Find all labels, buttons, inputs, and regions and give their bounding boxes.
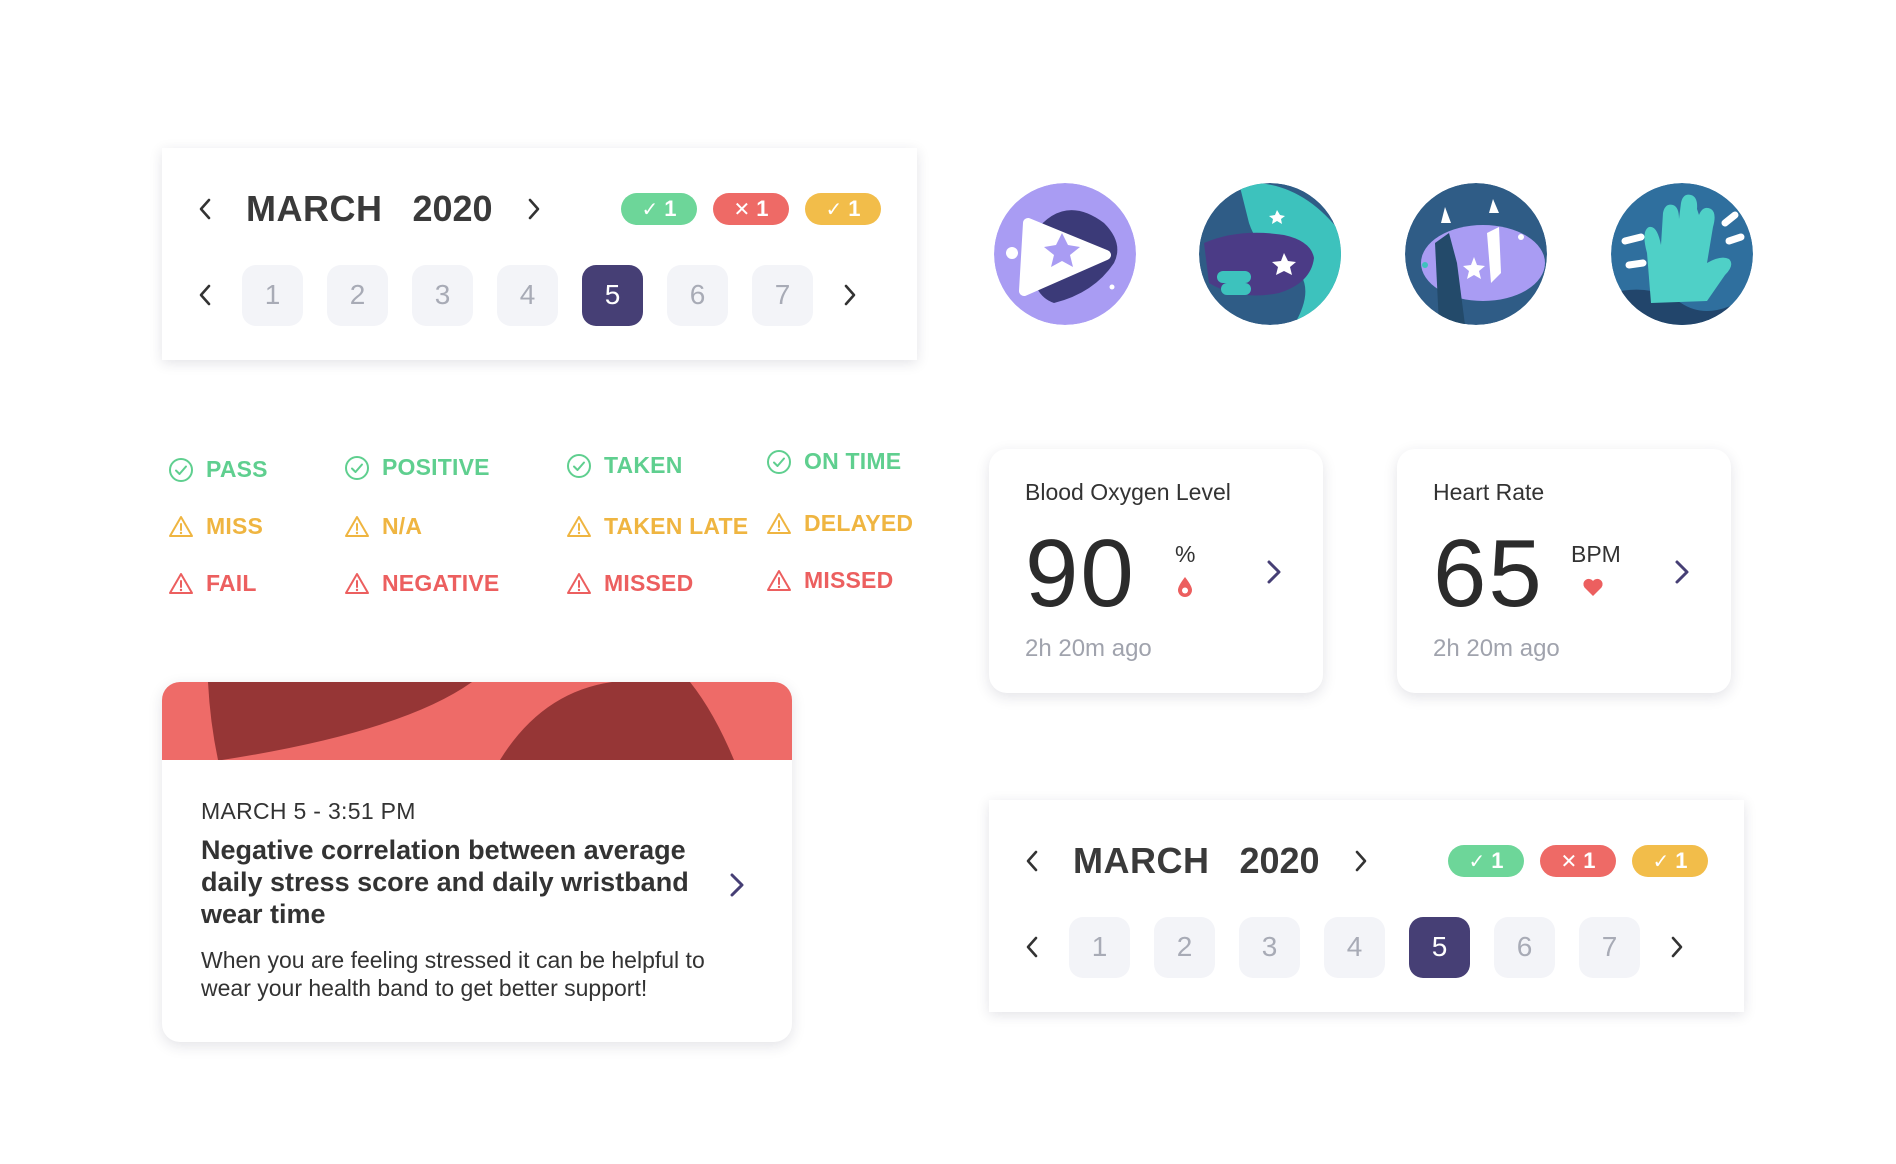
drop-icon — [1178, 577, 1192, 597]
status-delayed: DELAYED — [766, 510, 913, 537]
metric-timestamp: 2h 20m ago — [1433, 635, 1560, 662]
raised-hand-icon — [1611, 183, 1753, 325]
next-month-chevron-icon[interactable] — [519, 194, 549, 224]
status-taken: TAKEN — [566, 452, 683, 479]
play-star-icon — [994, 183, 1136, 325]
day-button[interactable]: 7 — [752, 264, 813, 326]
hand-star-icon — [1199, 183, 1341, 325]
warning-triangle-icon — [567, 515, 591, 537]
prev-week-chevron-icon[interactable] — [190, 280, 220, 310]
summary-badges: ✓ 1 ✕ 1 ✓ 1 — [1448, 845, 1708, 877]
insight-body: When you are feeling stressed it can be … — [201, 947, 705, 1001]
calendar-year: 2020 — [412, 188, 493, 229]
metric-timestamp: 2h 20m ago — [1025, 635, 1152, 662]
day-button[interactable]: 6 — [667, 264, 728, 326]
status-fail: FAIL — [168, 570, 257, 597]
day-button-selected[interactable]: 5 — [1409, 916, 1470, 978]
late-count-badge: ✓ 1 — [805, 193, 881, 225]
status-pass: PASS — [168, 456, 268, 483]
insight-card[interactable]: MARCH 5 - 3:51 PM Negative correlation b… — [162, 682, 792, 1042]
fail-count-badge: ✕ 1 — [1540, 845, 1616, 877]
calendar-widget-top: MARCH 2020 ✓ 1 ✕ 1 ✓ 1 1 2 3 4 5 6 7 — [162, 148, 917, 360]
metric-value: 90 — [1025, 520, 1136, 627]
check-circle-icon — [567, 453, 591, 478]
hands-up-icon — [1405, 183, 1547, 325]
warning-triangle-icon — [567, 572, 591, 594]
fail-count-badge: ✕ 1 — [713, 193, 789, 225]
metric-unit: BPM — [1571, 541, 1621, 567]
prev-month-chevron-icon[interactable] — [1017, 846, 1047, 876]
metric-value: 65 — [1433, 520, 1544, 627]
check-circle-icon — [767, 449, 791, 474]
next-month-chevron-icon[interactable] — [1346, 846, 1376, 876]
day-button-selected[interactable]: 5 — [582, 264, 643, 326]
day-button[interactable]: 6 — [1494, 916, 1555, 978]
next-week-chevron-icon[interactable] — [1662, 932, 1692, 962]
calendar-widget-bottom: MARCH 2020 ✓ 1 ✕ 1 ✓ 1 1 2 3 4 5 6 7 — [989, 800, 1744, 1012]
metric-unit: % — [1175, 541, 1196, 567]
check-circle-icon — [345, 455, 369, 480]
status-missed-alt: MISSED — [766, 567, 893, 594]
warning-triangle-icon — [169, 572, 193, 594]
status-negative: NEGATIVE — [344, 570, 499, 597]
chevron-right-icon[interactable] — [1667, 557, 1697, 587]
status-positive: POSITIVE — [344, 454, 490, 481]
day-button[interactable]: 1 — [1069, 916, 1130, 978]
chevron-right-icon[interactable] — [722, 870, 752, 900]
warning-triangle-icon — [169, 515, 193, 537]
prev-week-chevron-icon[interactable] — [1017, 932, 1047, 962]
check-circle-icon — [169, 457, 193, 482]
insight-date: MARCH 5 - 3:51 PM — [201, 798, 416, 824]
day-button[interactable]: 2 — [327, 264, 388, 326]
day-button[interactable]: 4 — [497, 264, 558, 326]
status-missed: MISSED — [566, 570, 693, 597]
blood-oxygen-card[interactable]: Blood Oxygen Level 90 % 2h 20m ago — [989, 449, 1323, 693]
late-count-badge: ✓ 1 — [1632, 845, 1708, 877]
day-selector: 1 2 3 4 5 6 7 — [1069, 916, 1640, 978]
insight-headline: Negative correlation between average dai… — [201, 835, 689, 929]
heart-icon — [1583, 578, 1603, 596]
pass-count-badge: ✓ 1 — [1448, 845, 1524, 877]
chevron-right-icon[interactable] — [1259, 557, 1289, 587]
warning-triangle-icon — [345, 515, 369, 537]
status-on-time: ON TIME — [766, 448, 901, 475]
metric-title: Heart Rate — [1433, 479, 1545, 505]
summary-badges: ✓ 1 ✕ 1 ✓ 1 — [621, 193, 881, 225]
calendar-month: MARCH — [1073, 840, 1210, 881]
warning-triangle-icon — [767, 569, 791, 591]
day-button[interactable]: 3 — [412, 264, 473, 326]
day-button[interactable]: 4 — [1324, 916, 1385, 978]
prev-month-chevron-icon[interactable] — [190, 194, 220, 224]
next-week-chevron-icon[interactable] — [835, 280, 865, 310]
day-selector: 1 2 3 4 5 6 7 — [242, 264, 813, 326]
day-button[interactable]: 7 — [1579, 916, 1640, 978]
pass-count-badge: ✓ 1 — [621, 193, 697, 225]
day-button[interactable]: 2 — [1154, 916, 1215, 978]
status-miss: MISS — [168, 513, 263, 540]
status-na: N/A — [344, 513, 422, 540]
day-button[interactable]: 3 — [1239, 916, 1300, 978]
status-taken-late: TAKEN LATE — [566, 513, 748, 540]
calendar-month: MARCH — [246, 188, 383, 229]
heart-rate-card[interactable]: Heart Rate 65 BPM 2h 20m ago — [1397, 449, 1731, 693]
metric-title: Blood Oxygen Level — [1025, 479, 1231, 505]
insight-banner — [162, 682, 792, 760]
warning-triangle-icon — [767, 512, 791, 534]
warning-triangle-icon — [345, 572, 369, 594]
day-button[interactable]: 1 — [242, 264, 303, 326]
calendar-year: 2020 — [1239, 840, 1320, 881]
